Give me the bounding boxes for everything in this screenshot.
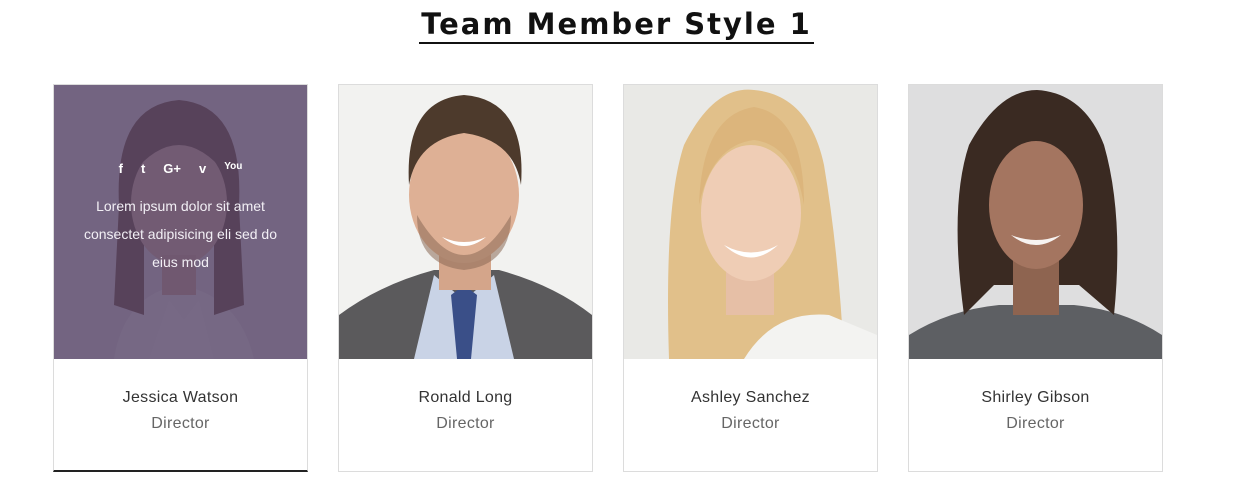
hover-overlay: f t G+ v You Lorem ipsum dolor sit amet …	[54, 85, 307, 359]
member-name: Shirley Gibson	[981, 389, 1090, 406]
member-bio: Lorem ipsum dolor sit amet consectet adi…	[83, 198, 277, 270]
member-info: Jessica Watson Director	[54, 359, 307, 433]
member-info: Shirley Gibson Director	[909, 359, 1162, 433]
team-card-ashley-sanchez[interactable]: Ashley Sanchez Director	[623, 84, 878, 472]
section-header: Team Member Style 1	[0, 0, 1233, 44]
facebook-icon[interactable]: f	[119, 161, 123, 176]
team-card-jessica-watson[interactable]: f t G+ v You Lorem ipsum dolor sit amet …	[53, 84, 308, 472]
member-info: Ashley Sanchez Director	[624, 359, 877, 433]
member-photo	[624, 85, 877, 359]
twitter-icon[interactable]: t	[141, 161, 145, 176]
member-photo: f t G+ v You Lorem ipsum dolor sit amet …	[54, 85, 307, 359]
member-role: Director	[151, 415, 210, 432]
member-photo	[339, 85, 592, 359]
social-links: f t G+ v You	[54, 161, 307, 176]
vimeo-icon[interactable]: v	[199, 161, 206, 176]
member-name: Jessica Watson	[122, 389, 239, 406]
member-name: Ronald Long	[418, 389, 513, 406]
member-role: Director	[1006, 415, 1065, 432]
member-role: Director	[721, 415, 780, 432]
google-plus-icon[interactable]: G+	[163, 161, 181, 176]
member-name: Ashley Sanchez	[691, 389, 810, 406]
member-role: Director	[436, 415, 495, 432]
team-card-shirley-gibson[interactable]: Shirley Gibson Director	[908, 84, 1163, 472]
section-title: Team Member Style 1	[419, 7, 814, 44]
member-info: Ronald Long Director	[339, 359, 592, 433]
youtube-icon[interactable]: You	[224, 161, 242, 176]
team-card-ronald-long[interactable]: Ronald Long Director	[338, 84, 593, 472]
member-photo	[909, 85, 1162, 359]
